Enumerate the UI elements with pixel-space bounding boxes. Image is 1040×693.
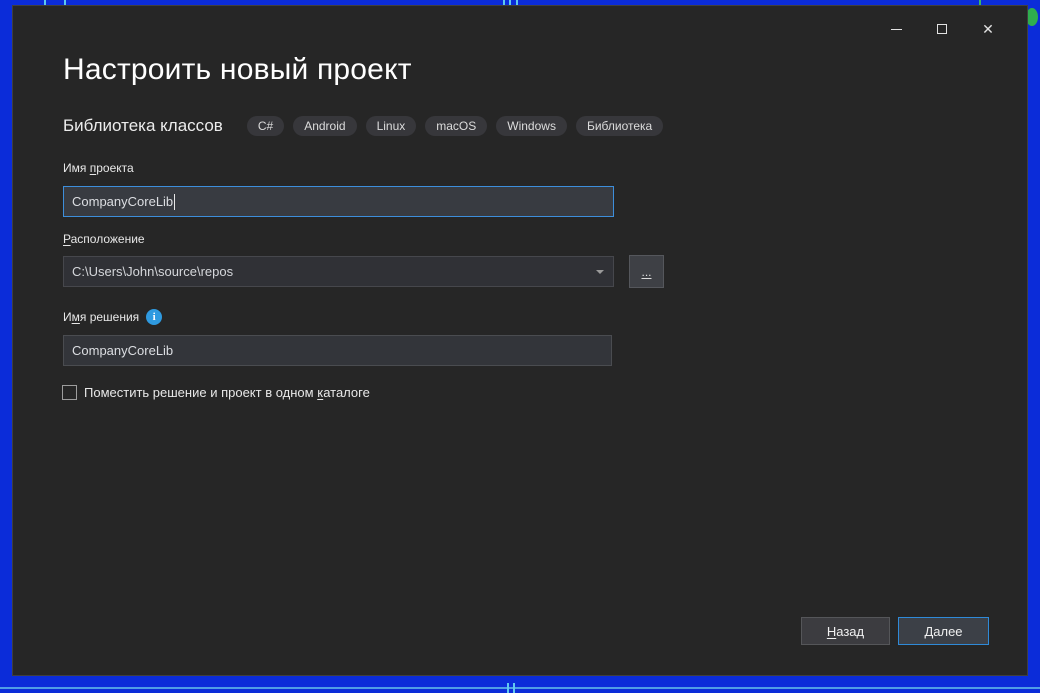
next-button[interactable]: Далее [898,617,989,645]
solution-name-label-row: Имя решения i [63,309,162,325]
tag-csharp: C# [247,116,284,136]
project-name-input[interactable]: CompanyCoreLib [63,186,614,217]
same-folder-checkbox-label: Поместить решение и проект в одном катал… [84,385,370,400]
info-icon[interactable]: i [146,309,162,325]
minimize-icon [891,29,902,30]
title-bar[interactable]: ✕ [13,6,1027,50]
location-label: Расположение [63,232,145,246]
location-value: C:\Users\John\source\repos [72,264,233,279]
page-title: Настроить новый проект [63,53,412,87]
same-folder-checkbox-row: Поместить решение и проект в одном катал… [62,385,370,400]
tag-library: Библиотека [576,116,663,136]
desktop-tick-artifact [507,683,509,693]
close-button[interactable]: ✕ [965,14,1011,44]
back-button-label: Назад [827,624,864,639]
solution-name-input[interactable]: CompanyCoreLib [63,335,612,366]
project-name-value: CompanyCoreLib [72,194,173,209]
back-button[interactable]: Назад [801,617,890,645]
chevron-down-icon [596,270,604,274]
desktop-tick-artifact [513,683,515,693]
next-button-label: Далее [924,624,962,639]
template-tags: C# Android Linux macOS Windows Библиотек… [247,116,663,136]
location-combobox[interactable]: C:\Users\John\source\repos [63,256,614,287]
minimize-button[interactable] [873,14,919,44]
window-controls: ✕ [873,14,1011,44]
close-icon: ✕ [982,22,994,36]
tag-macos: macOS [425,116,487,136]
same-folder-checkbox[interactable] [62,385,77,400]
project-name-label: Имя проекта [63,161,134,175]
solution-name-value: CompanyCoreLib [72,343,173,358]
template-row: Библиотека классов C# Android Linux macO… [63,116,663,136]
browse-button-label: ... [641,265,651,279]
maximize-button[interactable] [919,14,965,44]
maximize-icon [937,24,947,34]
tag-android: Android [293,116,356,136]
browse-button[interactable]: ... [629,255,664,288]
solution-name-label: Имя решения [63,310,139,324]
text-caret [174,194,175,210]
configure-project-dialog: ✕ Настроить новый проект Библиотека клас… [12,5,1028,676]
tag-windows: Windows [496,116,567,136]
desktop-stripe-artifact [0,687,1040,689]
tag-linux: Linux [366,116,417,136]
template-name: Библиотека классов [63,116,223,136]
